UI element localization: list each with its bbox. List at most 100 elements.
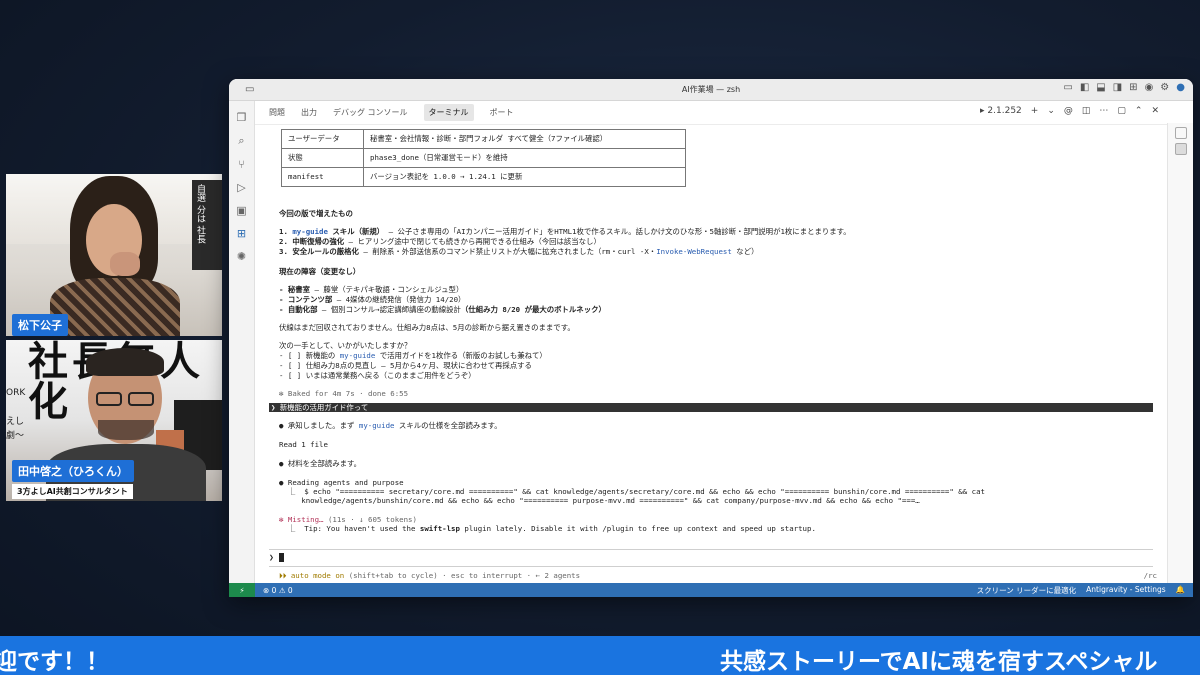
mention-icon[interactable]: @: [1064, 106, 1073, 116]
list-item: 2. 中断復帰の強化 — ヒアリング途中で閉じても続きから再開できる仕組み（今回…: [279, 237, 601, 247]
skill-link[interactable]: my-guide: [359, 421, 395, 430]
message-text: ● 承知しました。まず: [279, 421, 359, 430]
gear-icon[interactable]: ⚙: [1160, 82, 1169, 93]
tab-output[interactable]: 出力: [301, 107, 317, 118]
input-divider-top: [269, 549, 1153, 550]
list-item-title: スキル（新規）: [327, 227, 385, 236]
terminal-output-lower[interactable]: ● 承知しました。まず my-guide スキルの仕様を全部読みます。 Read…: [269, 419, 1157, 581]
tip-text: ⎿ Tip: You haven't used the: [279, 524, 420, 533]
assistant-message: ● 材料を全部読みます。: [279, 459, 362, 468]
checkbox-option[interactable]: - [ ] いまは通常業務へ戻る（このままご用件をどうぞ）: [279, 371, 476, 381]
tab-problems[interactable]: 問題: [269, 107, 285, 118]
broadcast-ticker: 迎です！！ 共感ストーリーでAIに魂を宿すスペシャル: [0, 636, 1200, 675]
participant-subtitle: 3方よしAI共創コンサルタント: [12, 484, 133, 499]
panel-left-icon[interactable]: ◧: [1080, 82, 1089, 93]
participant-name-tag: 松下公子: [12, 314, 68, 336]
list-item-emphasis: （仕組み力 8/20 が最大のボトルネック）: [460, 305, 606, 314]
message-text: スキルの仕様を全部読みます。: [394, 421, 502, 430]
person-hand: [110, 252, 140, 276]
panel-bottom-icon[interactable]: ⬓: [1096, 82, 1105, 93]
status-bar-right: スクリーン リーダーに最適化 Antigravity - Settings 🔔: [977, 585, 1185, 596]
remote-indicator-icon[interactable]: ⚡: [229, 583, 255, 597]
rc-label: /rc: [1143, 571, 1157, 580]
ticker-text-right: 共感ストーリーでAIに魂を宿すスペシャル: [720, 649, 1158, 675]
bell-icon[interactable]: 🔔: [1176, 585, 1185, 596]
chrome-icon[interactable]: ◉: [1145, 82, 1154, 93]
ticker-text-left: 迎です！！: [0, 649, 109, 675]
window-title: AI作業場 — zsh: [681, 85, 741, 94]
plugin-name: swift-lsp: [419, 524, 460, 533]
settings-sync-icon[interactable]: ✺: [237, 250, 246, 263]
glasses-right: [128, 392, 154, 406]
skill-link[interactable]: my-guide: [292, 227, 328, 236]
participant-video-1: 自選 分は 社長 松下公子: [6, 174, 222, 336]
tab-debug-console[interactable]: デバッグ コンソール: [333, 107, 408, 118]
tab-ports[interactable]: ポート: [490, 107, 514, 118]
list-item-text: — 公子さま専用の「AIカンパニー活用ガイド」をHTML1枚で作るスキル。話しか…: [384, 227, 851, 236]
person-beard: [98, 420, 154, 440]
antigravity-settings[interactable]: Antigravity - Settings: [1086, 585, 1166, 596]
run-debug-icon[interactable]: ▷: [237, 181, 245, 194]
table-row: manifest バージョン表記を 1.0.0 → 1.24.1 に更新: [281, 167, 686, 187]
auto-mode-indicator[interactable]: ⏵⏵ auto mode on: [279, 571, 344, 580]
assistant-message: ● 承知しました。まず my-guide スキルの仕様を全部読みます。: [279, 421, 502, 431]
close-panel-icon[interactable]: ✕: [1151, 106, 1159, 116]
tool-result: Read 1 file: [279, 440, 328, 449]
list-item: - 自動化部 — 個別コンサル→認定講師講座の動線設計（仕組み力 8/20 が最…: [279, 305, 606, 315]
layout-icon[interactable]: ▭: [1063, 82, 1072, 93]
extensions-icon[interactable]: ⊞: [237, 227, 246, 240]
cursor: [278, 553, 284, 562]
list-item: - 秘書室 — 藤堂（テキパキ敬語・コンシェルジュ型）: [279, 285, 463, 295]
list-item-title: - コンテンツ部: [279, 295, 333, 304]
command-line: knowledge/agents/bunshin/core.md && echo…: [279, 496, 920, 505]
table-row: ユーザーデータ 秘書室・会社情報・診断・部門フォルダ すべて健全（7ファイル確認…: [281, 129, 686, 149]
background-small-text-1: ORK: [6, 388, 26, 398]
participant-video-2: 社長無人化 ORK えし 劇〜 田中啓之（ひろくん） 3方よしAI共創コンサルタ…: [6, 340, 222, 501]
terminal-instance-icon[interactable]: [1174, 127, 1187, 139]
screen-reader-status[interactable]: スクリーン リーダーに最適化: [977, 585, 1077, 596]
terminal-instance-icon-active[interactable]: [1174, 143, 1187, 155]
checkbox-option[interactable]: - [ ] 仕組み力8点の見直し — 5月から4ヶ月、現状に合わせて再採点する: [279, 361, 532, 371]
split-terminal-icon[interactable]: ◫: [1082, 106, 1091, 116]
list-item-title: - 秘書室: [279, 285, 311, 294]
source-control-icon[interactable]: ⑂: [238, 158, 245, 171]
problems-count[interactable]: ⊗ 0 ⚠ 0: [263, 586, 293, 595]
list-number: 1.: [279, 227, 293, 236]
explorer-icon[interactable]: ❐: [237, 111, 247, 124]
table-cell-key: ユーザーデータ: [281, 129, 364, 149]
tab-terminal[interactable]: ターミナル: [423, 104, 474, 121]
skill-link[interactable]: my-guide: [340, 351, 376, 360]
sidebar-toggle-icon[interactable]: ▭: [245, 84, 254, 95]
participant-name-tag: 田中啓之（ひろくん）: [12, 460, 134, 482]
remote-explorer-icon[interactable]: ▣: [236, 204, 246, 217]
section-heading-new: 今回の版で増えたもの: [279, 209, 353, 218]
question-text: 次の一手として、いかがいたしますか？: [279, 341, 412, 350]
list-item-text: — 個別コンサル→認定講師講座の動線設計: [317, 305, 461, 314]
table-row: 状態 phase3_done（日常運営モード）を維持: [281, 148, 686, 168]
customize-layout-icon[interactable]: ⊞: [1129, 82, 1137, 93]
mode-line: ⏵⏵ auto mode on (shift+tab to cycle) · e…: [279, 571, 580, 581]
table-cell-value: phase3_done（日常運営モード）を維持: [363, 148, 686, 168]
option-text: で活用ガイドを1枚作る（新版のお試しも兼ねて）: [375, 351, 547, 360]
list-item-title: - 自動化部: [279, 305, 318, 314]
checkbox-option[interactable]: - [ ] 新機能の my-guide で活用ガイドを1枚作る（新版のお試しも兼…: [279, 351, 547, 361]
background-small-text-2: えし: [6, 417, 25, 427]
search-icon[interactable]: ⌕: [238, 134, 244, 148]
maximize-panel-icon[interactable]: ▢: [1117, 106, 1126, 116]
panel-right-icon[interactable]: ◨: [1113, 82, 1122, 93]
more-actions-icon[interactable]: ⋯: [1099, 106, 1108, 116]
command-link[interactable]: Invoke-WebRequest: [656, 247, 732, 256]
list-item-text: など）: [731, 247, 759, 256]
list-item-text: — 藤堂（テキパキ敬語・コンシェルジュ型）: [310, 285, 464, 294]
terminal-label: 2.1.252: [987, 106, 1022, 116]
terminal-select[interactable]: ▸ 2.1.252: [980, 106, 1022, 116]
status-bar: ⚡ ⊗ 0 ⚠ 0 スクリーン リーダーに最適化 Antigravity - S…: [229, 583, 1193, 597]
collapse-panel-icon[interactable]: ⌃: [1135, 106, 1143, 116]
input-line[interactable]: ❯: [269, 553, 284, 562]
account-icon[interactable]: ●: [1176, 82, 1185, 93]
new-terminal-button[interactable]: +: [1031, 106, 1039, 116]
terminal-dropdown-icon[interactable]: ⌄: [1047, 106, 1055, 116]
secondary-sidebar: [1167, 123, 1193, 583]
person-shirt: [50, 278, 180, 336]
book-cover: 自選 分は 社長: [192, 180, 222, 270]
